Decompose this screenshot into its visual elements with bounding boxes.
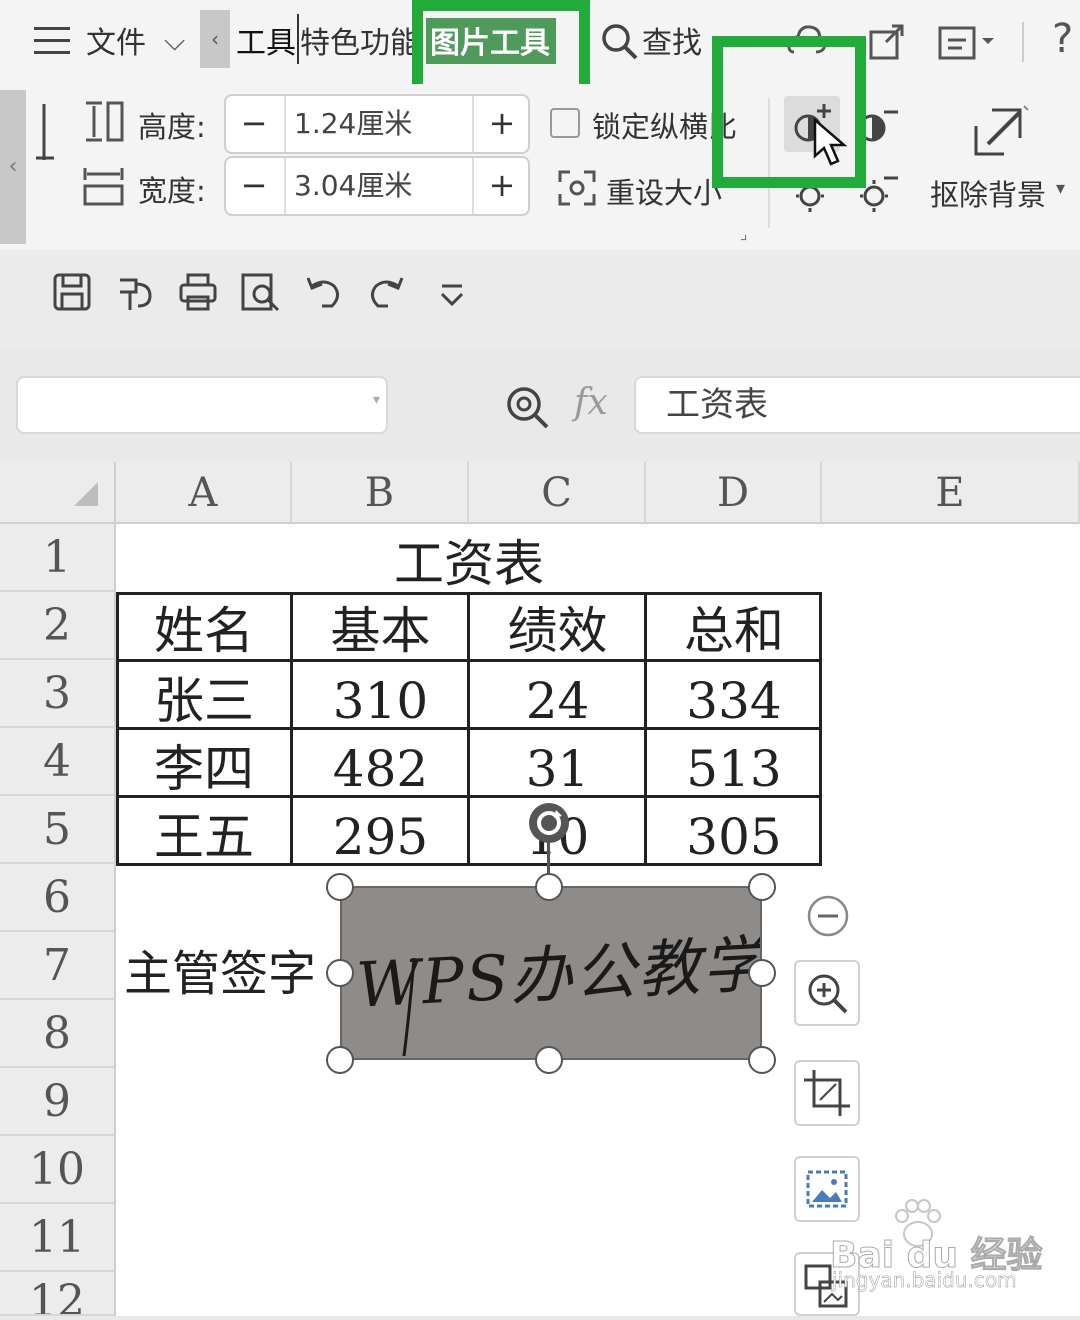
lock-ratio-checkbox[interactable]: [550, 108, 580, 138]
height-icon: [82, 100, 126, 148]
row-header-12[interactable]: 12: [0, 1272, 116, 1316]
width-input[interactable]: 3.04厘米: [284, 158, 474, 214]
row-header-9[interactable]: 9: [0, 1068, 116, 1136]
header-cell[interactable]: 姓名: [116, 594, 292, 660]
row-header-7[interactable]: 7: [0, 932, 116, 1000]
tab-divider: [297, 14, 299, 64]
remove-background-dropdown-icon[interactable]: ▾: [1056, 178, 1065, 199]
watermark-url: jingyan.baidu.com: [832, 1268, 1017, 1293]
undo-icon[interactable]: [304, 272, 348, 316]
collapse-toolbar-icon[interactable]: [806, 894, 850, 942]
data-cell[interactable]: 24: [469, 662, 646, 730]
row-header-8[interactable]: 8: [0, 1000, 116, 1068]
row-header-2[interactable]: 2: [0, 592, 116, 660]
hamburger-menu-icon[interactable]: [34, 26, 72, 56]
share-icon[interactable]: [868, 22, 908, 66]
cell-title[interactable]: 工资表: [116, 524, 822, 593]
data-cell[interactable]: 334: [646, 662, 822, 730]
redo-icon[interactable]: [366, 272, 410, 316]
header-cell[interactable]: 绩效: [469, 594, 646, 660]
resize-handle-bottom-right[interactable]: [748, 1046, 776, 1074]
fx-icon[interactable]: fx: [574, 382, 608, 423]
formula-input[interactable]: 工资表: [634, 376, 1080, 434]
quick-access-bar: [0, 250, 1080, 350]
width-stepper[interactable]: − 3.04厘米 +: [224, 156, 530, 216]
resize-handle-bottom[interactable]: [535, 1046, 563, 1074]
resize-handle-top-left[interactable]: [326, 873, 354, 901]
menu-divider: [1022, 22, 1024, 62]
data-cell[interactable]: 31: [469, 730, 646, 798]
zoom-formula-icon[interactable]: [504, 384, 550, 434]
reset-size-icon[interactable]: [556, 168, 598, 212]
crop-picture-button[interactable]: [794, 1060, 860, 1126]
ribbon-scroll-left[interactable]: ‹: [0, 90, 26, 244]
resize-handle-bottom-left[interactable]: [326, 1046, 354, 1074]
data-cell[interactable]: 张三: [116, 662, 292, 730]
resize-handle-top[interactable]: [535, 873, 563, 901]
width-icon: [82, 164, 126, 212]
print-icon[interactable]: [178, 272, 222, 316]
search-icon[interactable]: [600, 22, 640, 66]
data-cell[interactable]: 李四: [116, 730, 292, 798]
height-decrease-button[interactable]: −: [226, 96, 282, 152]
data-cell[interactable]: 295: [292, 798, 469, 866]
row-header-4[interactable]: 4: [0, 728, 116, 796]
dialog-launcher-icon[interactable]: ⌟: [740, 224, 748, 243]
remove-background-icon[interactable]: [970, 104, 1034, 164]
data-cell[interactable]: 513: [646, 730, 822, 798]
row-header-6[interactable]: 6: [0, 864, 116, 932]
mouse-cursor-icon: [812, 117, 852, 172]
data-cell[interactable]: 482: [292, 730, 469, 798]
scroll-left-button[interactable]: ‹: [200, 10, 230, 68]
column-header-d[interactable]: D: [646, 462, 822, 524]
resize-handle-right[interactable]: [748, 959, 776, 987]
name-box[interactable]: ▾: [16, 376, 388, 434]
row-header-10[interactable]: 10: [0, 1136, 116, 1204]
tab-tools[interactable]: 工具: [236, 18, 296, 62]
width-label: 宽度:: [138, 174, 206, 208]
name-box-dropdown-icon[interactable]: ▾: [373, 392, 380, 408]
header-cell[interactable]: 总和: [646, 594, 822, 660]
row-header-3[interactable]: 3: [0, 660, 116, 728]
height-increase-button[interactable]: +: [474, 96, 530, 152]
collaborate-icon[interactable]: [936, 20, 996, 68]
signature-label-cell[interactable]: 主管签字: [124, 936, 354, 1004]
data-cell[interactable]: 王五: [116, 798, 292, 866]
height-label: 高度:: [138, 110, 206, 144]
zoom-picture-button[interactable]: [794, 960, 860, 1026]
rotate-handle-icon[interactable]: [526, 800, 572, 850]
column-header-b[interactable]: B: [292, 462, 469, 524]
print-preview-icon[interactable]: [240, 272, 284, 316]
picture-effects-button[interactable]: [794, 1156, 860, 1222]
width-increase-button[interactable]: +: [474, 158, 530, 214]
help-icon[interactable]: ?: [1052, 16, 1073, 62]
search-button[interactable]: 查找: [642, 18, 702, 62]
column-header-a[interactable]: A: [116, 462, 292, 524]
reset-size-button[interactable]: 重设大小: [606, 170, 724, 212]
header-cell[interactable]: 基本: [292, 594, 469, 660]
data-cell[interactable]: 305: [646, 798, 822, 866]
chevron-down-icon[interactable]: ⌵: [164, 24, 185, 58]
remove-background-button[interactable]: 抠除背景: [930, 172, 1046, 214]
column-header-e[interactable]: E: [822, 462, 1080, 524]
resize-handle-top-right[interactable]: [748, 873, 776, 901]
width-decrease-button[interactable]: −: [226, 158, 282, 214]
customize-toolbar-icon[interactable]: [438, 272, 482, 316]
tab-features[interactable]: 特色功能: [300, 18, 412, 62]
save-icon[interactable]: [52, 272, 96, 316]
align-icon[interactable]: [30, 100, 60, 204]
row-header-5[interactable]: 5: [0, 796, 116, 864]
column-header-c[interactable]: C: [469, 462, 646, 524]
row-header-1[interactable]: 1: [0, 524, 116, 592]
file-menu[interactable]: 文件: [86, 18, 146, 62]
height-stepper[interactable]: − 1.24厘米 +: [224, 94, 530, 154]
height-input[interactable]: 1.24厘米: [284, 96, 474, 152]
signature-picture[interactable]: WPS办公教学: [340, 886, 762, 1060]
row-header-11[interactable]: 11: [0, 1204, 116, 1272]
resize-handle-left[interactable]: [326, 959, 354, 987]
select-all-corner[interactable]: [0, 462, 116, 524]
data-cell[interactable]: 310: [292, 662, 469, 730]
export-icon[interactable]: [116, 272, 160, 316]
